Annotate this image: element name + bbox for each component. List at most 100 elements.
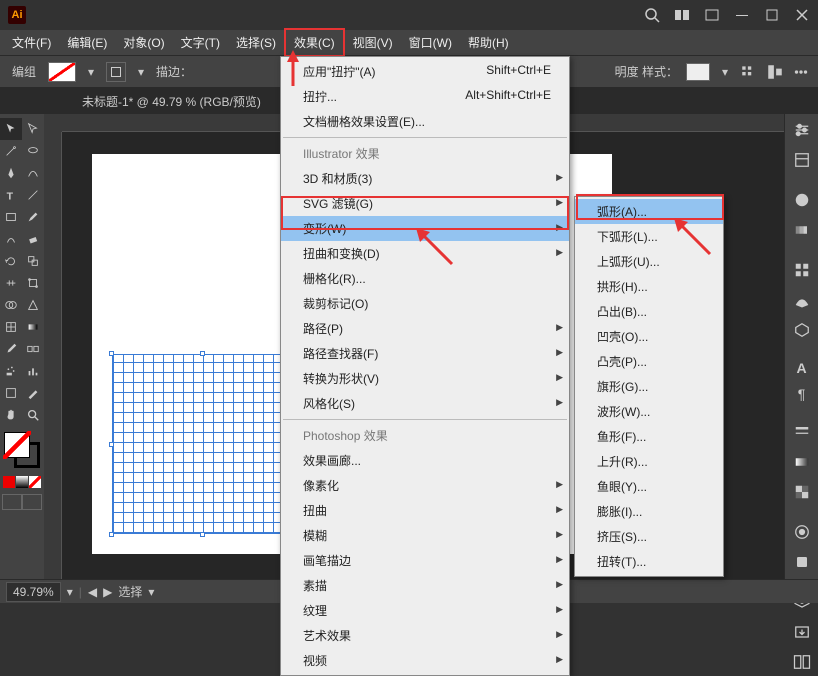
artboards-panel-icon[interactable] — [792, 652, 812, 672]
effects-menu-item[interactable]: SVG 滤镜(G) — [281, 191, 569, 216]
menu-help[interactable]: 帮助(H) — [460, 30, 517, 55]
warp-submenu-item[interactable]: 上升(R)... — [575, 449, 723, 474]
stroke-panel-icon[interactable] — [792, 422, 812, 442]
graph-tool[interactable] — [22, 360, 44, 382]
appearance-panel-icon[interactable] — [792, 522, 812, 542]
shaper-tool[interactable] — [0, 228, 22, 250]
close-icon[interactable] — [794, 7, 810, 23]
warp-submenu-item[interactable]: 鱼形(F)... — [575, 424, 723, 449]
blend-tool[interactable] — [22, 338, 44, 360]
effects-menu-item[interactable]: 纹理 — [281, 598, 569, 623]
paragraph-panel-icon[interactable]: ¶ — [792, 386, 812, 402]
effects-menu-item[interactable]: 扭曲 — [281, 498, 569, 523]
align-icon[interactable] — [740, 63, 758, 81]
eyedropper-tool[interactable] — [0, 338, 22, 360]
effects-menu-item[interactable]: 栅格化(R)... — [281, 266, 569, 291]
style-swatch[interactable] — [686, 63, 710, 81]
fill-dropdown[interactable]: ▾ — [84, 62, 98, 82]
menu-object[interactable]: 对象(O) — [115, 30, 172, 55]
status-dropdown-icon[interactable]: ▾ — [148, 585, 154, 599]
warp-submenu-item[interactable]: 膨胀(I)... — [575, 499, 723, 524]
symbols-panel-icon[interactable] — [792, 320, 812, 340]
warp-submenu-item[interactable]: 鱼眼(Y)... — [575, 474, 723, 499]
maximize-icon[interactable] — [764, 7, 780, 23]
nav-next-icon[interactable]: ▶ — [103, 585, 112, 599]
properties-panel-icon[interactable] — [792, 120, 812, 140]
transparency-panel-icon[interactable] — [792, 482, 812, 502]
menu-view[interactable]: 视图(V) — [345, 30, 401, 55]
menu-select[interactable]: 选择(S) — [228, 30, 284, 55]
effects-menu-item[interactable]: 3D 和材质(3) — [281, 166, 569, 191]
character-panel-icon[interactable]: A — [792, 360, 812, 376]
symbol-sprayer-tool[interactable] — [0, 360, 22, 382]
warp-submenu-item[interactable]: 凹壳(O)... — [575, 324, 723, 349]
effects-menu-item[interactable]: 视频 — [281, 648, 569, 673]
rotate-tool[interactable] — [0, 250, 22, 272]
menu-file[interactable]: 文件(F) — [4, 30, 59, 55]
libraries-panel-icon[interactable] — [792, 150, 812, 170]
direct-selection-tool[interactable] — [22, 118, 44, 140]
effects-menu-item[interactable]: 扭曲和变换(D) — [281, 241, 569, 266]
fill-stroke-indicator[interactable] — [4, 432, 40, 468]
warp-submenu-item[interactable]: 凸出(B)... — [575, 299, 723, 324]
magic-wand-tool[interactable] — [0, 140, 22, 162]
curvature-tool[interactable] — [22, 162, 44, 184]
artboard-tool[interactable] — [0, 382, 22, 404]
paintbrush-tool[interactable] — [22, 206, 44, 228]
effects-menu-item[interactable]: 效果画廊... — [281, 448, 569, 473]
zoom-tool[interactable] — [22, 404, 44, 426]
warp-submenu-item[interactable]: 弧形(A)... — [575, 199, 723, 224]
effects-menu-item[interactable]: 转换为形状(V) — [281, 366, 569, 391]
effects-menu-item[interactable]: 画笔描边 — [281, 548, 569, 573]
effects-menu-item[interactable]: 路径(P) — [281, 316, 569, 341]
color-mode-row[interactable] — [3, 476, 41, 488]
gradient-tool[interactable] — [22, 316, 44, 338]
more-icon[interactable] — [792, 63, 810, 81]
selected-grid-object[interactable] — [112, 354, 292, 534]
menu-type[interactable]: 文字(T) — [173, 30, 228, 55]
style-dropdown[interactable]: ▾ — [718, 62, 732, 82]
brushes-panel-icon[interactable] — [792, 290, 812, 310]
warp-submenu-item[interactable]: 拱形(H)... — [575, 274, 723, 299]
search-icon[interactable] — [644, 7, 660, 23]
document-tab[interactable]: 未标题-1* @ 49.79 % (RGB/预览) — [72, 89, 271, 114]
effects-menu-item[interactable]: 素描 — [281, 573, 569, 598]
minimize-icon[interactable] — [734, 7, 750, 23]
effects-menu-item[interactable]: 艺术效果 — [281, 623, 569, 648]
width-tool[interactable] — [0, 272, 22, 294]
workspace-icon[interactable] — [674, 7, 690, 23]
warp-submenu-item[interactable]: 上弧形(U)... — [575, 249, 723, 274]
fill-swatch[interactable] — [48, 62, 76, 82]
effects-menu-item[interactable]: 路径查找器(F) — [281, 341, 569, 366]
hand-tool[interactable] — [0, 404, 22, 426]
graphic-styles-panel-icon[interactable] — [792, 552, 812, 572]
effects-menu-item[interactable]: 应用"扭拧"(A)Shift+Ctrl+E — [281, 59, 569, 84]
type-tool[interactable]: T — [0, 184, 22, 206]
color-guide-panel-icon[interactable] — [792, 220, 812, 240]
effects-menu-item[interactable]: 变形(W) — [281, 216, 569, 241]
warp-submenu-item[interactable]: 扭转(T)... — [575, 549, 723, 574]
color-panel-icon[interactable] — [792, 190, 812, 210]
asset-export-panel-icon[interactable] — [792, 622, 812, 642]
perspective-tool[interactable] — [22, 294, 44, 316]
screen-mode-row[interactable] — [2, 494, 42, 510]
effects-menu-item[interactable]: 扭拧...Alt+Shift+Ctrl+E — [281, 84, 569, 109]
menu-edit[interactable]: 编辑(E) — [59, 30, 115, 55]
effects-menu-item[interactable]: 像素化 — [281, 473, 569, 498]
warp-submenu-item[interactable]: 旗形(G)... — [575, 374, 723, 399]
gradient-panel-icon[interactable] — [792, 452, 812, 472]
transform-icon[interactable] — [766, 63, 784, 81]
effects-menu-item[interactable]: 裁剪标记(O) — [281, 291, 569, 316]
effects-menu-item[interactable]: 风格化(S) — [281, 391, 569, 416]
stroke-dropdown[interactable]: ▾ — [134, 62, 148, 82]
nav-prev-icon[interactable]: ◀ — [88, 585, 97, 599]
pen-tool[interactable] — [0, 162, 22, 184]
warp-submenu-item[interactable]: 下弧形(L)... — [575, 224, 723, 249]
slice-tool[interactable] — [22, 382, 44, 404]
effects-menu-item[interactable]: 模糊 — [281, 523, 569, 548]
rectangle-tool[interactable] — [0, 206, 22, 228]
arrange-icon[interactable] — [704, 7, 720, 23]
free-transform-tool[interactable] — [22, 272, 44, 294]
line-tool[interactable] — [22, 184, 44, 206]
menu-window[interactable]: 窗口(W) — [401, 30, 460, 55]
